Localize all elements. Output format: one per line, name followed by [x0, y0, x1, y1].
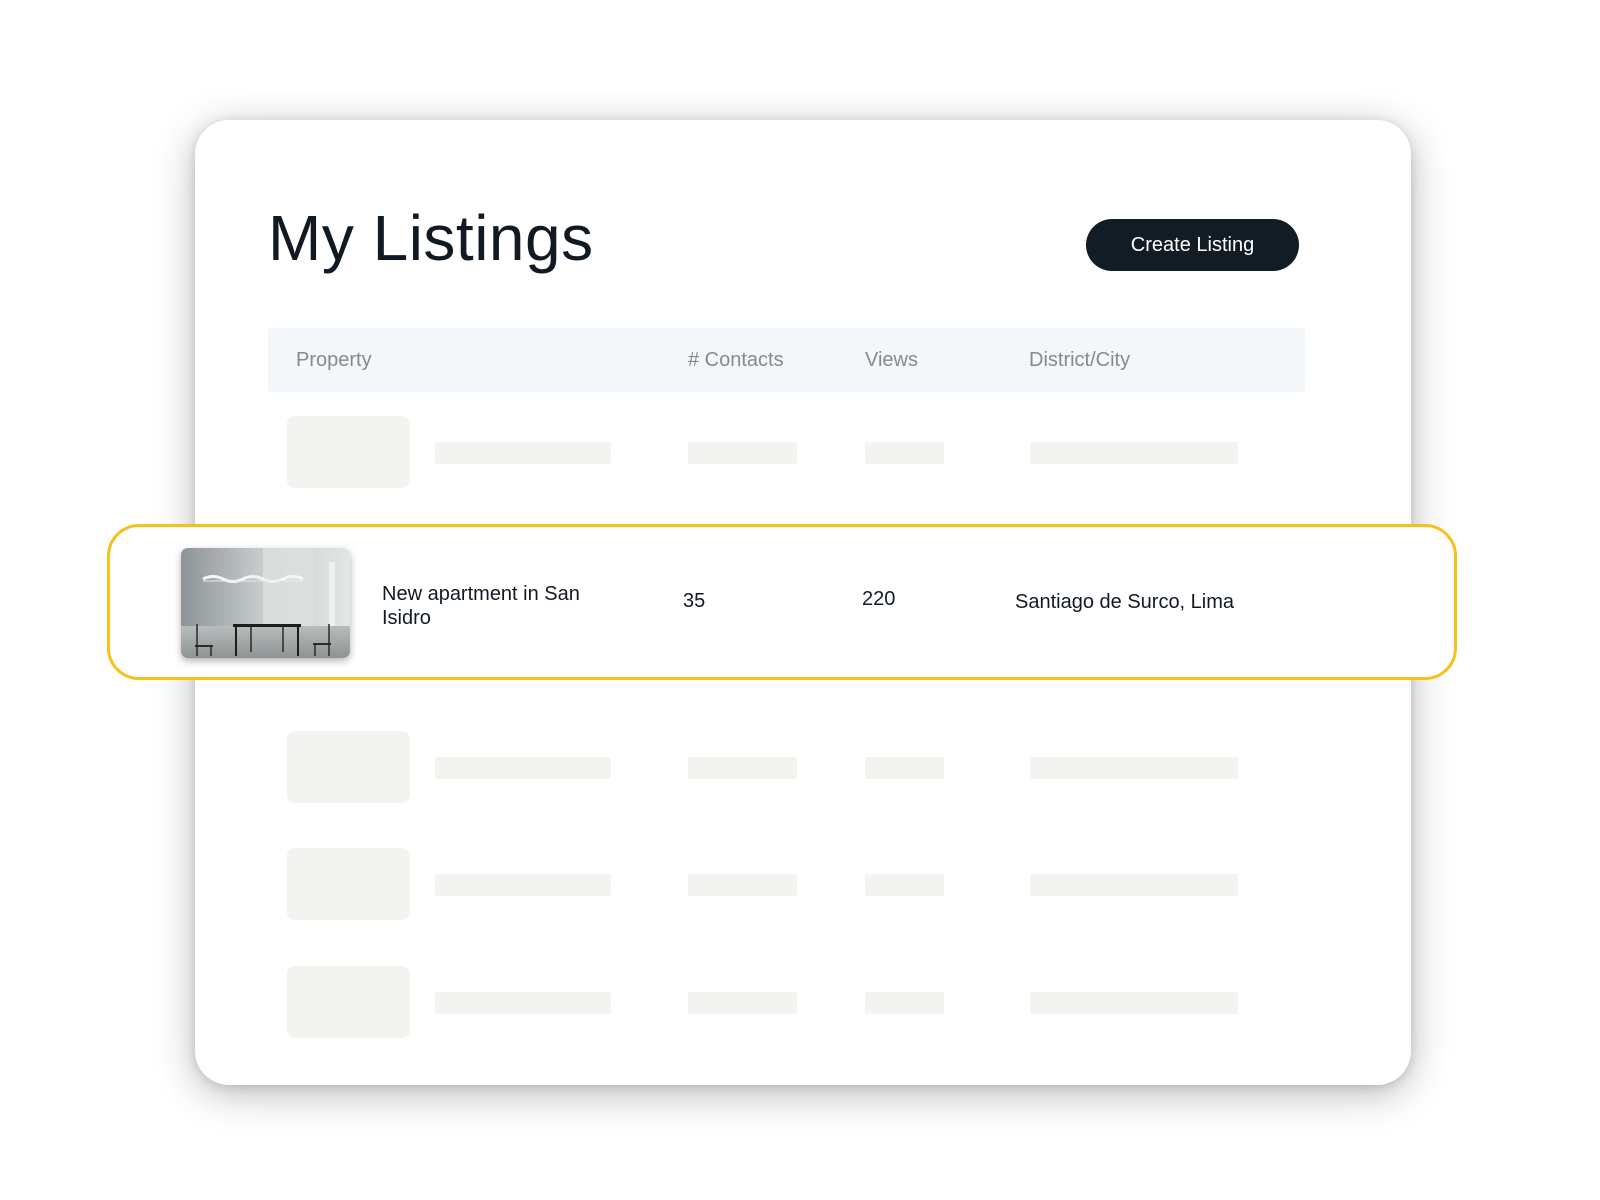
placeholder-text [865, 992, 944, 1014]
page-title: My Listings [268, 202, 594, 274]
placeholder-thumbnail [287, 731, 410, 803]
placeholder-text [688, 757, 797, 779]
create-listing-button[interactable]: Create Listing [1086, 219, 1299, 271]
placeholder-text [1030, 757, 1238, 779]
column-header-property[interactable]: Property [296, 328, 372, 392]
placeholder-thumbnail [287, 848, 410, 920]
placeholder-text [435, 757, 611, 779]
column-header-district-city[interactable]: District/City [1029, 328, 1130, 392]
district-city: Santiago de Surco, Lima [1015, 591, 1235, 613]
placeholder-text [865, 757, 944, 779]
placeholder-text [435, 992, 611, 1014]
placeholder-row [195, 848, 1411, 920]
property-thumbnail[interactable] [181, 548, 350, 658]
placeholder-text [1030, 992, 1238, 1014]
contacts-count: 35 [683, 590, 706, 612]
views-count: 220 [862, 588, 896, 610]
placeholder-text [865, 442, 944, 464]
placeholder-text [1030, 442, 1238, 464]
table-header: Property # Contacts Views District/City [268, 328, 1305, 392]
placeholder-row [195, 966, 1411, 1038]
highlighted-listing-row[interactable]: New apartment in San Isidro 35 220 Santi… [107, 524, 1457, 680]
placeholder-text [435, 874, 611, 896]
apartment-photo-image [181, 548, 350, 658]
placeholder-text [688, 874, 797, 896]
placeholder-thumbnail [287, 416, 410, 488]
placeholder-text [688, 992, 797, 1014]
placeholder-text [435, 442, 611, 464]
property-name[interactable]: New apartment in San Isidro [382, 582, 592, 630]
placeholder-text [865, 874, 944, 896]
column-header-contacts[interactable]: # Contacts [688, 328, 784, 392]
placeholder-row [195, 416, 1411, 488]
column-header-views[interactable]: Views [865, 328, 918, 392]
placeholder-row [195, 731, 1411, 803]
placeholder-thumbnail [287, 966, 410, 1038]
placeholder-text [688, 442, 797, 464]
placeholder-text [1030, 874, 1238, 896]
